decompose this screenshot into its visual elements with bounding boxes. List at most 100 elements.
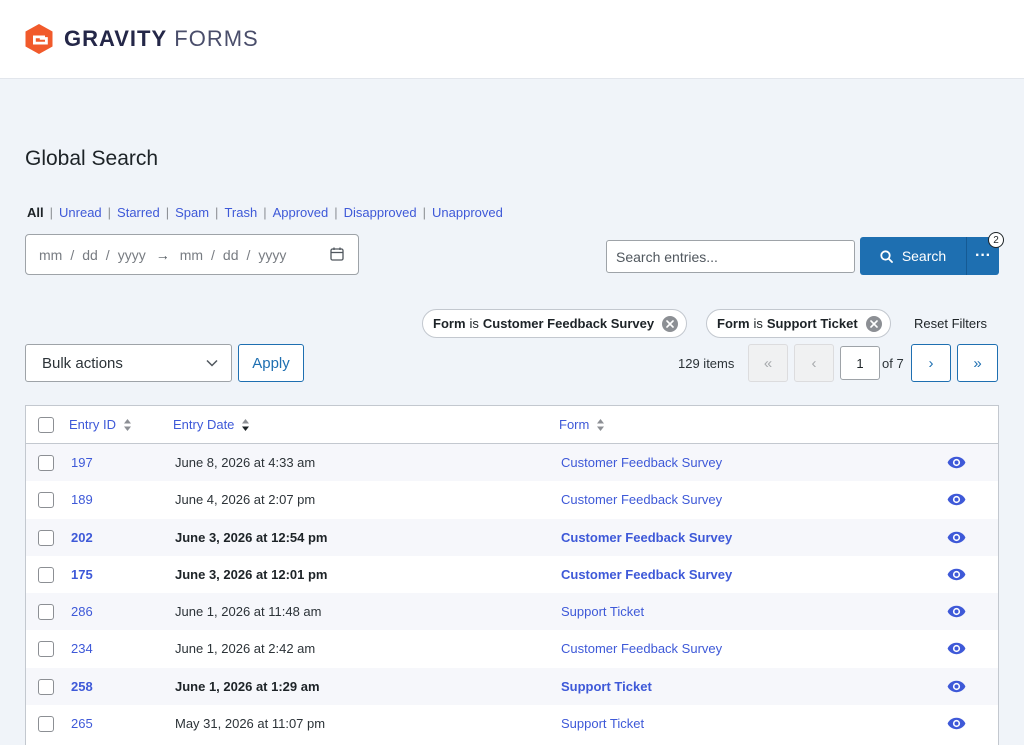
sort-icon — [597, 418, 605, 431]
eye-icon[interactable] — [947, 642, 966, 655]
search-input[interactable] — [606, 240, 855, 273]
table-header: Entry ID Entry Date Form — [26, 406, 998, 444]
column-entry-date[interactable]: Entry Date — [173, 417, 250, 432]
entry-id-link[interactable]: 189 — [71, 492, 93, 507]
chip-operator: is — [469, 316, 479, 331]
row-checkbox[interactable] — [38, 678, 54, 695]
row-checkbox[interactable] — [38, 716, 54, 733]
current-page-input[interactable] — [840, 346, 880, 380]
view-separator: | — [49, 205, 54, 220]
eye-icon[interactable] — [947, 568, 966, 581]
entry-id-link[interactable]: 258 — [71, 679, 93, 694]
more-options-label: ··· — [975, 247, 991, 264]
eye-icon[interactable] — [947, 456, 966, 469]
search-icon — [880, 249, 893, 263]
eye-icon[interactable] — [947, 717, 966, 730]
chip-operator: is — [753, 316, 763, 331]
form-link[interactable]: Customer Feedback Survey — [561, 492, 722, 507]
next-page-button[interactable]: › — [911, 344, 951, 382]
calendar-icon[interactable] — [330, 247, 344, 261]
brand-name-light: FORMS — [174, 26, 259, 51]
form-link[interactable]: Customer Feedback Survey — [561, 567, 732, 582]
page-title: Global Search — [25, 147, 159, 170]
remove-filter-icon[interactable] — [865, 315, 882, 332]
apply-button[interactable]: Apply — [238, 344, 304, 382]
view-separator: | — [334, 205, 338, 220]
bulk-actions-select[interactable]: Bulk actions — [25, 344, 232, 382]
column-entry-id[interactable]: Entry ID — [69, 417, 132, 432]
sort-icon — [123, 418, 131, 431]
end-year[interactable]: yyyy — [258, 247, 286, 263]
row-checkbox[interactable] — [38, 492, 54, 509]
column-label: Entry Date — [173, 417, 235, 432]
select-all-checkbox[interactable] — [38, 417, 54, 433]
table-row: 175 June 3, 2026 at 12:01 pm Customer Fe… — [26, 556, 998, 593]
view-unread[interactable]: Unread — [59, 205, 102, 220]
last-page-button[interactable]: » — [957, 344, 998, 382]
chip-field: Form — [717, 316, 750, 331]
view-trash[interactable]: Trash — [224, 205, 257, 220]
entry-id-link[interactable]: 265 — [71, 716, 93, 731]
items-count: 129 items — [678, 356, 735, 371]
eye-icon[interactable] — [947, 531, 966, 544]
first-page-button[interactable]: « — [748, 344, 788, 382]
start-year[interactable]: yyyy — [118, 247, 146, 263]
entries-table: Entry ID Entry Date Form 197 June 8, 202… — [25, 405, 999, 745]
form-link[interactable]: Customer Feedback Survey — [561, 530, 732, 545]
remove-filter-icon[interactable] — [662, 315, 679, 332]
date-slash: / — [246, 246, 251, 263]
date-slash: / — [105, 246, 110, 263]
column-form[interactable]: Form — [559, 417, 605, 432]
end-month[interactable]: mm — [180, 247, 203, 263]
entry-date: June 3, 2026 at 12:54 pm — [175, 529, 328, 545]
row-checkbox[interactable] — [38, 529, 54, 546]
search-button[interactable]: Search — [860, 237, 966, 275]
eye-icon[interactable] — [947, 680, 966, 693]
eye-icon[interactable] — [947, 605, 966, 618]
eye-icon[interactable] — [947, 493, 966, 506]
form-link[interactable]: Support Ticket — [561, 679, 652, 694]
chip-field: Form — [433, 316, 466, 331]
table-row: 202 June 3, 2026 at 12:54 pm Customer Fe… — [26, 518, 998, 556]
view-all[interactable]: All — [27, 205, 44, 220]
entry-id-link[interactable]: 175 — [71, 567, 93, 582]
date-range-picker[interactable]: mm / dd / yyyy → mm / dd / yyyy — [25, 234, 359, 275]
entry-id-link[interactable]: 202 — [71, 530, 93, 545]
form-link[interactable]: Support Ticket — [561, 604, 644, 619]
table-row: 197 June 8, 2026 at 4:33 am Customer Fee… — [26, 444, 998, 482]
prev-page-button[interactable]: ‹ — [794, 344, 834, 382]
form-link[interactable]: Customer Feedback Survey — [561, 641, 722, 656]
view-spam[interactable]: Spam — [175, 205, 209, 220]
row-checkbox[interactable] — [38, 641, 54, 658]
date-slash: / — [70, 246, 75, 263]
reset-filters-link[interactable]: Reset Filters — [914, 316, 987, 331]
range-arrow: → — [155, 246, 170, 263]
view-approved[interactable]: Approved — [273, 205, 329, 220]
gravity-forms-logo-icon — [25, 24, 53, 54]
filter-count-badge: 2 — [988, 232, 1004, 248]
filter-chip-support-ticket: Form is Support Ticket — [706, 309, 891, 338]
view-disapproved[interactable]: Disapproved — [344, 205, 417, 220]
view-unapproved[interactable]: Unapproved — [432, 205, 503, 220]
start-month[interactable]: mm — [39, 247, 62, 263]
brand-name: GRAVITY FORMS — [64, 26, 259, 52]
chevron-down-icon — [206, 359, 218, 367]
entry-id-link[interactable]: 234 — [71, 641, 93, 656]
entry-id-link[interactable]: 286 — [71, 604, 93, 619]
end-day[interactable]: dd — [223, 247, 239, 263]
view-separator: | — [107, 205, 112, 220]
table-body: 197 June 8, 2026 at 4:33 am Customer Fee… — [26, 444, 998, 742]
row-checkbox[interactable] — [38, 455, 54, 471]
row-checkbox[interactable] — [38, 604, 54, 621]
entry-date: June 1, 2026 at 1:29 am — [175, 678, 320, 694]
table-row: 265 May 31, 2026 at 11:07 pm Support Tic… — [26, 705, 998, 742]
view-starred[interactable]: Starred — [117, 205, 160, 220]
form-link[interactable]: Customer Feedback Survey — [561, 455, 722, 470]
entry-id-link[interactable]: 197 — [71, 455, 93, 470]
row-checkbox[interactable] — [38, 566, 54, 583]
entry-date: June 1, 2026 at 11:48 am — [175, 604, 322, 620]
table-row: 234 June 1, 2026 at 2:42 am Customer Fee… — [26, 630, 998, 667]
form-link[interactable]: Support Ticket — [561, 716, 644, 731]
date-slash: / — [211, 246, 215, 263]
start-day[interactable]: dd — [82, 247, 98, 263]
